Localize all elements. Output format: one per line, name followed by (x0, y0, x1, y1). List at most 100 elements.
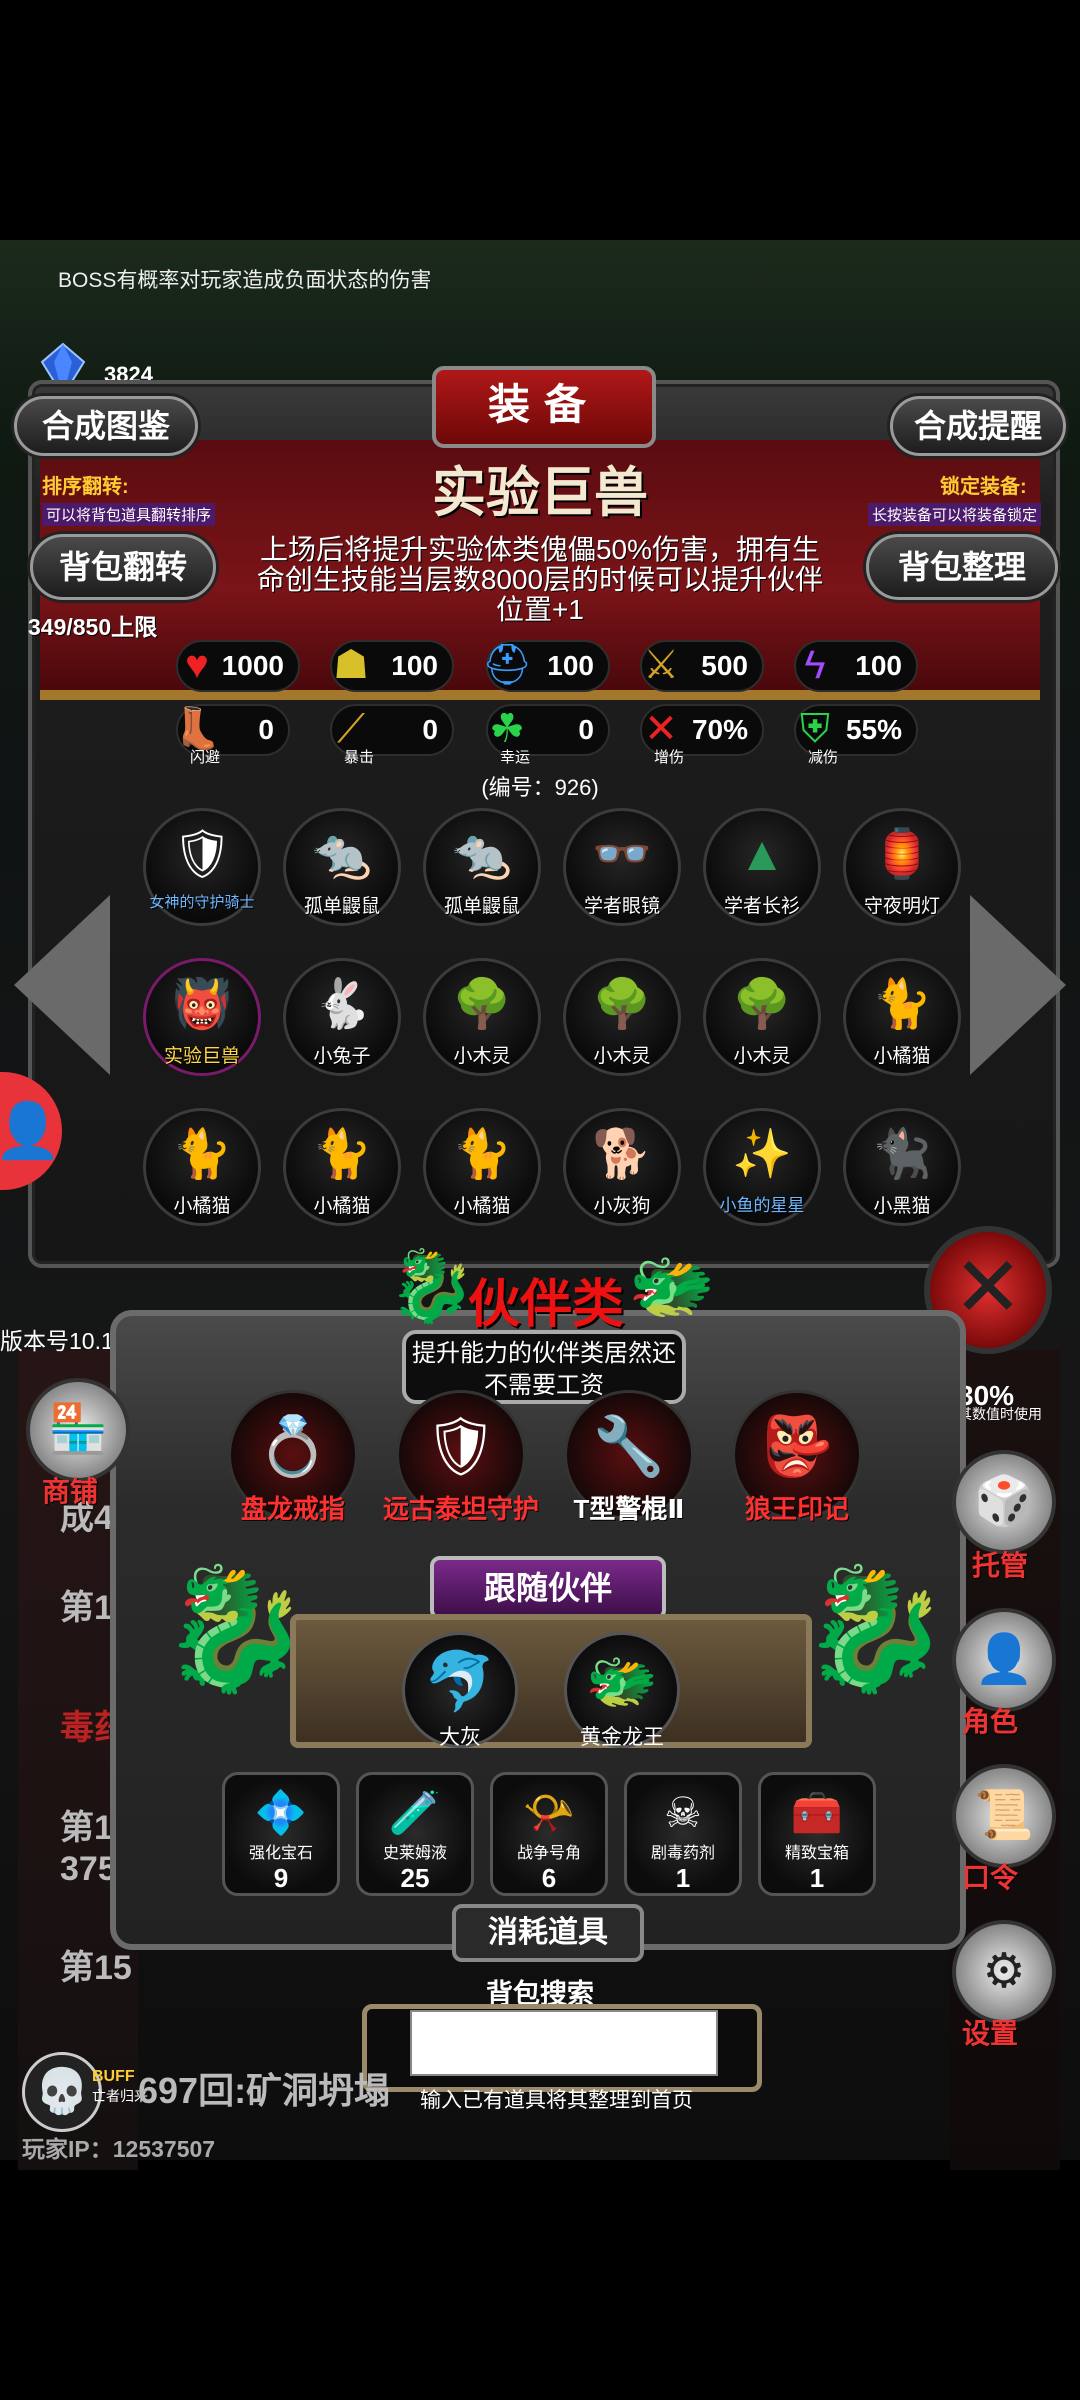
item-count: 1 (675, 1863, 691, 1893)
scroll-icon[interactable]: 📜 (952, 1764, 1056, 1868)
stat-value: 100 (391, 650, 438, 681)
side-menu-label[interactable]: 设置 (962, 2012, 1018, 2052)
side-menu-label[interactable]: 商铺 (42, 1470, 98, 1510)
side-menu-label[interactable]: 角色 (962, 1700, 1018, 1740)
synth-remind-button[interactable]: 合成提醒 (890, 396, 1066, 456)
stat-label: 增伤 (654, 749, 685, 766)
dice-icon[interactable]: 🎲 (952, 1450, 1056, 1554)
synth-codex-button[interactable]: 合成图鉴 (14, 396, 198, 456)
mole-icon: 🐀 (452, 828, 512, 881)
knight-icon: 🛡 (172, 828, 233, 881)
window-title: 装备 (432, 366, 656, 448)
gray-dog-icon: 🐕 (592, 1128, 652, 1181)
slot-name: 小灰狗 (593, 1196, 651, 1217)
slot-name: 女神的守护骑士 (149, 894, 255, 911)
item-count: 1 (809, 1863, 825, 1893)
baton-icon: 🔧 (592, 1414, 666, 1479)
slot-name: 孤单鼹鼠 (303, 896, 380, 917)
grid-slot[interactable]: 🐕 小灰狗 (563, 1108, 681, 1226)
grid-slot[interactable]: 🏮 守夜明灯 (843, 808, 961, 926)
grid-slot[interactable]: 🐈‍⬛ 小黑猫 (843, 1108, 961, 1226)
right-partial-sub: 其数值时使用 (958, 1406, 1042, 1422)
character-description: 上场后将提升实验体类傀儡50%伤害，拥有生命创生技能当层数8000层的时候可以提… (256, 534, 824, 625)
side-menu-label[interactable]: 口令 (962, 1856, 1018, 1896)
next-page-arrow-icon[interactable] (970, 895, 1066, 1075)
orange-cat-icon: 🐈 (452, 1128, 512, 1181)
side-menu-label[interactable]: 托管 (972, 1544, 1028, 1584)
log-entry: 375 (60, 1850, 117, 1888)
wolf-mark-icon: 👺 (760, 1414, 834, 1479)
bag-search-input[interactable] (410, 2010, 718, 2076)
partner-slot[interactable]: 👺 狼王印记 (732, 1390, 862, 1524)
grid-slot[interactable]: 🐇 小兔子 (283, 958, 401, 1076)
slot-name: 学者眼镜 (583, 896, 660, 917)
partner-name: 远古泰坦守护 (383, 1494, 540, 1524)
prev-page-arrow-icon[interactable] (14, 895, 110, 1075)
hood-icon[interactable]: 👤 (952, 1608, 1056, 1712)
stat-label: 减伤 (808, 749, 839, 766)
stat-value: 1000 (221, 650, 284, 681)
grid-slot[interactable]: 🛡 女神的守护骑士 (143, 808, 261, 926)
partner-name: 盘龙戒指 (240, 1494, 345, 1524)
grid-slot[interactable]: 🐀 孤单鼹鼠 (423, 808, 541, 926)
grid-slot[interactable]: 🐈 小橘猫 (843, 958, 961, 1076)
titan-icon: 🛡 (424, 1414, 498, 1479)
consumable-slot[interactable]: 💠 强化宝石 9 (222, 1772, 340, 1896)
slot-name: 小木灵 (453, 1046, 511, 1067)
gem-stone-icon: 💠 (254, 1789, 308, 1836)
lightning-icon: ϟ (804, 643, 826, 687)
star-wand-icon: ✨ (732, 1128, 792, 1181)
tree-spirit-icon: 🌳 (732, 978, 792, 1031)
sword-icon: ⚔ (643, 643, 679, 687)
follow-name: 黄金龙王 (580, 1726, 664, 1749)
close-icon: ✕ (952, 1240, 1024, 1334)
grid-slot[interactable]: 🐈 小橘猫 (423, 1108, 541, 1226)
follow-slot[interactable]: 🐲 黄金龙王 (564, 1632, 680, 1749)
grid-slot[interactable]: 🐈 小橘猫 (143, 1108, 261, 1226)
lock-equip-label: 锁定装备: (940, 476, 1027, 498)
slot-name: 小橘猫 (313, 1196, 371, 1217)
gear-icon[interactable]: ⚙ (952, 1920, 1056, 2024)
orange-cat-icon: 🐈 (172, 1128, 232, 1181)
stat-value: 0 (258, 714, 274, 745)
partner-slot[interactable]: 💍 盘龙戒指 (228, 1390, 358, 1524)
grid-slot[interactable]: 🌳 小木灵 (563, 958, 681, 1076)
grid-slot[interactable]: 👓 学者眼镜 (563, 808, 681, 926)
partner-slot[interactable]: 🔧 T型警棍Ⅱ (564, 1390, 694, 1524)
item-count: 9 (273, 1863, 289, 1893)
stat-value: 100 (855, 650, 902, 681)
grid-slot[interactable]: ▲ 学者长衫 (703, 808, 821, 926)
buff-label: BUFF (92, 2068, 135, 2085)
bag-flip-button[interactable]: 背包翻转 (30, 534, 216, 600)
grid-slot[interactable]: 🌳 小木灵 (423, 958, 541, 1076)
helmet-icon: ⛑ (481, 643, 533, 687)
bag-sort-button[interactable]: 背包整理 (866, 534, 1058, 600)
grid-slot-selected[interactable]: 👹 实验巨兽 (143, 958, 261, 1076)
item-name: 史莱姆液 (382, 1845, 447, 1862)
item-name: 强化宝石 (248, 1845, 313, 1862)
gargoyle-left-icon: 🐉 (160, 1562, 310, 1696)
shop-icon[interactable]: 🏪 (26, 1378, 130, 1482)
slot-name: 小木灵 (733, 1046, 791, 1067)
follow-slot[interactable]: 🐬 大灰 (402, 1632, 518, 1749)
version-text: 版本号10.15 (0, 1328, 127, 1354)
consumables-title: 消耗道具 (452, 1904, 644, 1962)
stat-value: 70% (691, 714, 748, 745)
partner-slot[interactable]: 🛡 远古泰坦守护 (383, 1390, 539, 1524)
consumable-slot[interactable]: 🧪 史莱姆液 25 (356, 1772, 474, 1896)
grid-slot[interactable]: 🐀 孤单鼹鼠 (283, 808, 401, 926)
robe-icon: ▲ (738, 828, 786, 881)
slot-name: 小鱼的星星 (719, 1196, 805, 1215)
consumable-slot[interactable]: 🧰 精致宝箱 1 (758, 1772, 876, 1896)
boss-tip-text: BOSS有概率对玩家造成负面状态的伤害 (58, 269, 432, 292)
slot-name: 学者长衫 (723, 896, 800, 917)
grid-slot[interactable]: 🌳 小木灵 (703, 958, 821, 1076)
tree-spirit-icon: 🌳 (452, 978, 512, 1031)
gargoyle-right-icon: 🐉 (800, 1562, 950, 1696)
consumable-slot[interactable]: ☠ 剧毒药剂 1 (624, 1772, 742, 1896)
grid-slot[interactable]: ✨ 小鱼的星星 (703, 1108, 821, 1226)
grid-slot[interactable]: 🐈 小橘猫 (283, 1108, 401, 1226)
partner-name: 狼王印记 (744, 1494, 849, 1524)
stat-value: 500 (701, 650, 748, 681)
consumable-slot[interactable]: 📯 战争号角 6 (490, 1772, 608, 1896)
